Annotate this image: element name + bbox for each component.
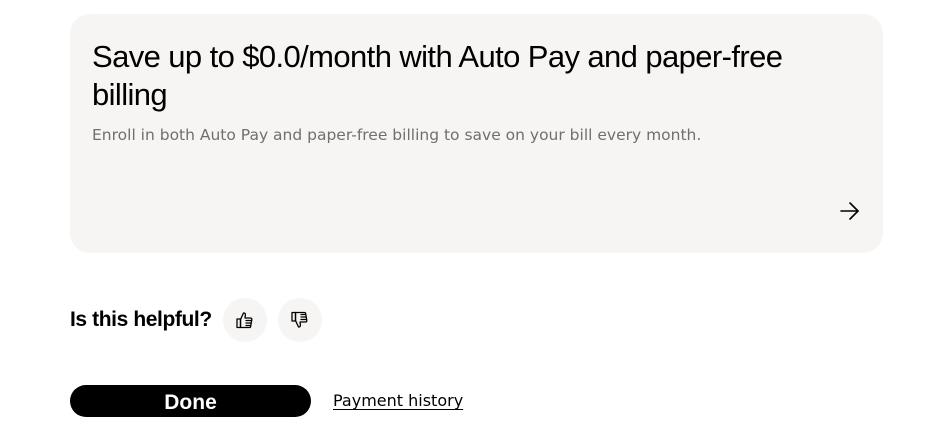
arrow-right-icon[interactable] [838, 200, 862, 222]
thumbs-up-button[interactable] [222, 298, 267, 342]
feedback-question: Is this helpful? [70, 308, 212, 331]
thumbs-up-icon [236, 312, 253, 329]
feedback-section: Is this helpful? [70, 298, 333, 342]
done-button[interactable]: Done [70, 385, 311, 417]
autopay-promo-card[interactable]: Save up to $0.0/month with Auto Pay and … [70, 14, 883, 253]
promo-subtitle: Enroll in both Auto Pay and paper-free b… [92, 126, 702, 144]
promo-title: Save up to $0.0/month with Auto Pay and … [92, 39, 783, 112]
thumbs-down-button[interactable] [277, 298, 322, 342]
payment-history-link[interactable]: Payment history [333, 390, 463, 412]
thumbs-down-icon [291, 311, 308, 328]
